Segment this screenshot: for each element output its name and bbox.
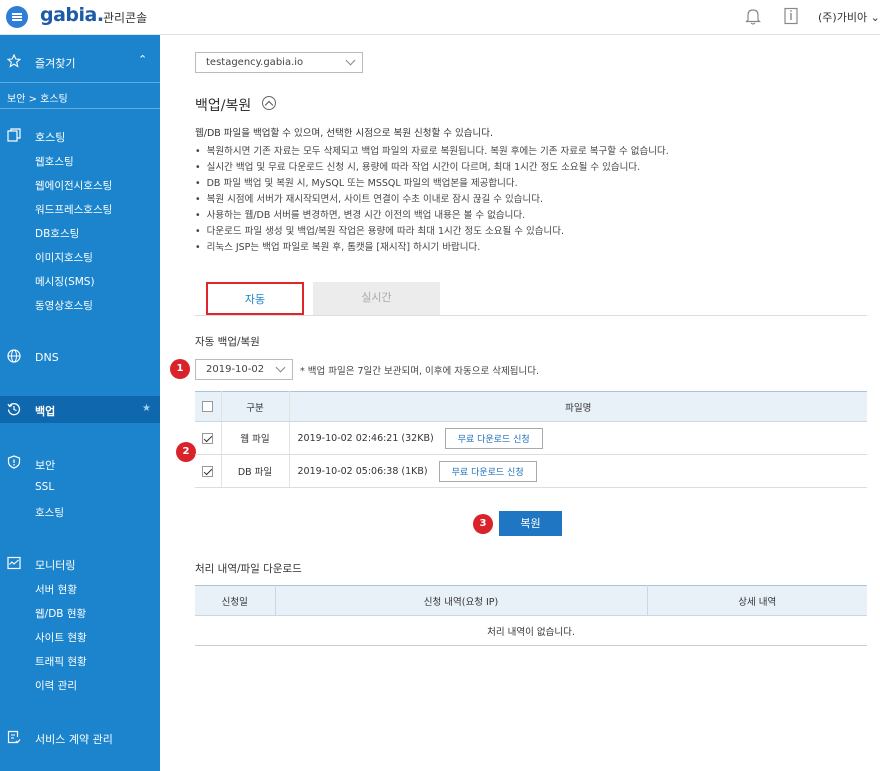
sidebar-dns[interactable]: DNS bbox=[35, 351, 59, 364]
sidebar-monitoring[interactable]: 모니터링 bbox=[35, 557, 75, 573]
detail-header: 상세 내역 bbox=[647, 585, 867, 616]
select-all-checkbox[interactable] bbox=[202, 401, 214, 412]
step-badge-3: 3 bbox=[473, 514, 493, 534]
tab-underline bbox=[195, 315, 867, 316]
favorite-star-icon[interactable]: ★ bbox=[142, 403, 151, 414]
main-content: testagency.gabia.io 백업/복원 웹/DB 파일을 백업할 수… bbox=[160, 35, 880, 771]
sidebar-backup[interactable]: 백업 bbox=[35, 403, 55, 419]
list-item: DB 파일 백업 및 복원 시, MySQL 또는 MSSQL 파일의 백업본을… bbox=[195, 176, 669, 192]
sidebar-hosting[interactable]: 호스팅 bbox=[35, 129, 65, 145]
list-item: 복원하시면 기존 자료는 모두 삭제되고 백업 파일의 자료로 복원됩니다. 복… bbox=[195, 144, 669, 160]
hosting-icon bbox=[7, 128, 21, 142]
request-detail-header: 신청 내역(요청 IP) bbox=[275, 585, 648, 616]
top-bar: gabia. 관리콘솔 (주)가비아 ⌄ bbox=[0, 0, 880, 35]
list-item: 복원 시점에 서버가 재시작되면서, 사이트 연결이 수초 이내로 잠시 끊길 … bbox=[195, 192, 669, 208]
date-select[interactable]: 2019-10-02 bbox=[195, 359, 293, 380]
sidebar-favorites[interactable]: 즐겨찾기 bbox=[35, 55, 75, 71]
date-note: * 백업 파일은 7일간 보관되며, 이후에 자동으로 삭제됩니다. bbox=[300, 366, 539, 377]
sidebar-item-video-hosting[interactable]: 동영상호스팅 bbox=[35, 298, 93, 313]
history-section-title: 처리 내역/파일 다운로드 bbox=[195, 563, 302, 575]
request-date-header: 신청일 bbox=[195, 585, 276, 616]
tab-auto[interactable]: 자동 bbox=[206, 282, 304, 315]
sidebar-active-backup[interactable] bbox=[0, 396, 160, 423]
history-icon bbox=[7, 403, 21, 416]
collapse-icon[interactable] bbox=[262, 96, 276, 110]
page-title: 백업/복원 bbox=[195, 98, 252, 114]
list-item: 사용하는 웹/DB 서버를 변경하면, 변경 시간 이전의 백업 내용은 볼 수… bbox=[195, 208, 669, 224]
file-info: 2019-10-02 02:46:21 (32KB) bbox=[297, 432, 434, 444]
file-cell: 2019-10-02 02:46:21 (32KB) 무료 다운로드 신청 bbox=[289, 421, 867, 455]
sidebar-item-wordpress-hosting[interactable]: 워드프레스호스팅 bbox=[35, 202, 112, 217]
tab-realtime[interactable]: 실시간 bbox=[313, 282, 440, 315]
divider bbox=[0, 82, 160, 83]
globe-icon bbox=[7, 349, 21, 363]
gabia-logo[interactable]: gabia. bbox=[40, 4, 104, 26]
row-checkbox-db[interactable] bbox=[202, 465, 214, 477]
contract-icon bbox=[7, 730, 21, 744]
table-row: 처리 내역이 없습니다. bbox=[195, 615, 867, 646]
row-checkbox-web[interactable] bbox=[202, 432, 214, 444]
history-table: 신청일 신청 내역(요청 IP) 상세 내역 처리 내역이 없습니다. bbox=[195, 585, 867, 646]
type-cell: DB 파일 bbox=[221, 454, 290, 488]
filename-header: 파일명 bbox=[289, 391, 867, 422]
row-checkbox-cell bbox=[195, 454, 222, 488]
monitor-icon bbox=[7, 556, 21, 570]
page-description: 웹/DB 파일을 백업할 수 있으며, 선택한 시점으로 복원 신청할 수 있습… bbox=[195, 128, 493, 139]
sidebar-item-webdb-status[interactable]: 웹/DB 현황 bbox=[35, 606, 86, 621]
notes-list: 복원하시면 기존 자료는 모두 삭제되고 백업 파일의 자료로 복원됩니다. 복… bbox=[195, 144, 669, 256]
table-row: DB 파일 2019-10-02 05:06:38 (1KB) 무료 다운로드 … bbox=[195, 454, 867, 488]
auto-section-title: 자동 백업/복원 bbox=[195, 336, 260, 348]
sidebar-item-sms[interactable]: 메시징(SMS) bbox=[35, 274, 95, 289]
type-cell: 웹 파일 bbox=[221, 421, 290, 455]
sidebar-item-security-hosting[interactable]: 호스팅 bbox=[35, 505, 64, 520]
sidebar-item-web-hosting[interactable]: 웹호스팅 bbox=[35, 154, 74, 169]
table-header: 신청일 신청 내역(요청 IP) 상세 내역 bbox=[195, 585, 867, 616]
bell-icon[interactable] bbox=[745, 8, 761, 25]
empty-message: 처리 내역이 없습니다. bbox=[195, 615, 867, 646]
sidebar-contract[interactable]: 서비스 계약 관리 bbox=[35, 731, 113, 747]
shield-icon bbox=[7, 455, 21, 469]
console-title: 관리콘솔 bbox=[103, 11, 148, 25]
star-icon bbox=[7, 54, 21, 68]
table-header: 구분 파일명 bbox=[195, 391, 867, 422]
domain-select[interactable]: testagency.gabia.io bbox=[195, 52, 363, 73]
breadcrumb: 보안 > 호스팅 bbox=[7, 94, 68, 105]
notice-icon[interactable] bbox=[783, 7, 799, 25]
sidebar-item-history[interactable]: 이력 관리 bbox=[35, 678, 77, 693]
step-badge-1: 1 bbox=[170, 359, 190, 379]
sidebar-item-traffic-status[interactable]: 트래픽 현황 bbox=[35, 654, 87, 669]
restore-button[interactable]: 복원 bbox=[499, 511, 562, 536]
backup-table: 구분 파일명 웹 파일 2019-10-02 02:46:21 (32KB) 무… bbox=[195, 391, 867, 488]
chevron-up-icon[interactable]: ⌃ bbox=[138, 53, 147, 66]
list-item: 실시간 백업 및 무료 다운로드 신청 시, 용량에 따라 작업 시간이 다르며… bbox=[195, 160, 669, 176]
file-info: 2019-10-02 05:06:38 (1KB) bbox=[297, 465, 428, 477]
chevron-down-icon bbox=[345, 55, 356, 66]
file-cell: 2019-10-02 05:06:38 (1KB) 무료 다운로드 신청 bbox=[289, 454, 867, 488]
list-item: 다운로드 파일 생성 및 백업/복원 작업은 용량에 따라 최대 1시간 정도 … bbox=[195, 224, 669, 240]
sidebar-item-image-hosting[interactable]: 이미지호스팅 bbox=[35, 250, 93, 265]
menu-icon[interactable] bbox=[6, 6, 28, 28]
sidebar-security[interactable]: 보안 bbox=[35, 457, 55, 473]
sidebar: 즐겨찾기 ⌃ 보안 > 호스팅 호스팅 웹호스팅 웹에이전시호스팅 워드프레스호… bbox=[0, 35, 160, 771]
step-badge-2: 2 bbox=[176, 442, 196, 462]
sidebar-item-db-hosting[interactable]: DB호스팅 bbox=[35, 226, 79, 241]
list-item: 리눅스 JSP는 백업 파일로 복원 후, 톰캣을 [재시작] 하시기 바랍니다… bbox=[195, 240, 669, 256]
user-menu[interactable]: (주)가비아 ⌄ bbox=[818, 9, 880, 25]
table-row: 웹 파일 2019-10-02 02:46:21 (32KB) 무료 다운로드 … bbox=[195, 421, 867, 455]
sidebar-item-server-status[interactable]: 서버 현황 bbox=[35, 582, 77, 597]
row-checkbox-cell bbox=[195, 421, 222, 455]
chevron-down-icon bbox=[275, 362, 286, 373]
sidebar-item-site-status[interactable]: 사이트 현황 bbox=[35, 630, 87, 645]
download-request-button[interactable]: 무료 다운로드 신청 bbox=[444, 427, 543, 449]
download-request-button[interactable]: 무료 다운로드 신청 bbox=[438, 460, 537, 482]
sidebar-item-ssl[interactable]: SSL bbox=[35, 481, 54, 493]
type-header: 구분 bbox=[221, 391, 290, 422]
sidebar-item-agency-hosting[interactable]: 웹에이전시호스팅 bbox=[35, 178, 112, 193]
select-all-cell bbox=[195, 391, 222, 422]
divider bbox=[0, 108, 160, 109]
